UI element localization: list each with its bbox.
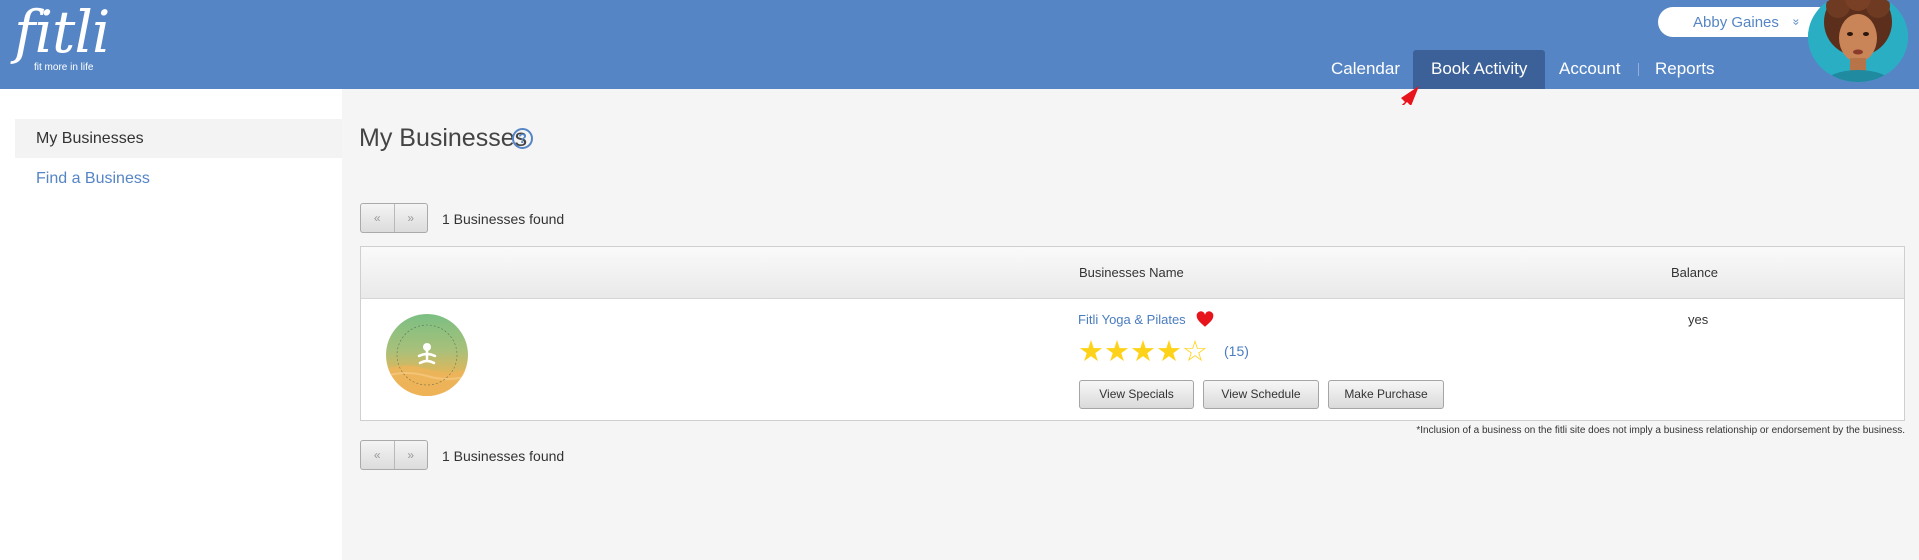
star-icon: ★: [1104, 336, 1130, 368]
star-empty-icon: ☆: [1182, 336, 1208, 368]
business-name-link[interactable]: Fitli Yoga & Pilates: [1078, 312, 1186, 327]
fitli-logo[interactable]: fitli fit more in life: [14, 0, 110, 73]
make-purchase-button[interactable]: Make Purchase: [1328, 380, 1444, 409]
user-menu-dropdown[interactable]: Abby Gaines »: [1658, 7, 1833, 37]
user-avatar[interactable]: [1808, 0, 1908, 82]
nav-reports[interactable]: Reports: [1637, 50, 1733, 89]
nav-account[interactable]: Account: [1541, 50, 1638, 89]
results-count-bottom: 1 Businesses found: [442, 448, 565, 464]
main-content: My Businesses ? « » 1 Businesses found B…: [342, 105, 1919, 560]
avatar-portrait: [1808, 0, 1908, 82]
pager-bottom: « »: [360, 440, 428, 470]
review-count-link[interactable]: (15): [1224, 343, 1249, 359]
column-header-name: Businesses Name: [1079, 265, 1184, 280]
sidebar-item-find-a-business[interactable]: Find a Business: [15, 159, 342, 198]
pager-next-button[interactable]: »: [393, 441, 428, 469]
help-circle-icon[interactable]: ?: [512, 128, 533, 149]
star-icon: ★: [1156, 336, 1182, 368]
pager-top: « »: [360, 203, 428, 233]
page-title: My Businesses: [359, 124, 528, 152]
column-header-balance: Balance: [1671, 265, 1718, 280]
view-schedule-button[interactable]: View Schedule: [1203, 380, 1319, 409]
results-count-top: 1 Businesses found: [442, 211, 565, 227]
yoga-logo-image: [386, 324, 468, 396]
pager-prev-button[interactable]: «: [361, 441, 394, 469]
star-icon: ★: [1130, 336, 1156, 368]
pager-prev-button[interactable]: «: [361, 204, 394, 232]
sidebar: My Businesses Find a Business: [0, 89, 342, 560]
balance-value: yes: [1688, 312, 1709, 327]
heart-icon[interactable]: [1196, 311, 1214, 329]
top-header: fitli fit more in life Abby Gaines » Cal…: [0, 0, 1919, 89]
star-icon: ★: [1078, 336, 1104, 368]
businesses-table: Businesses Name Balance Fitli Yoga & Pil…: [360, 246, 1905, 421]
table-header: Businesses Name Balance: [361, 247, 1904, 299]
business-logo[interactable]: [386, 314, 468, 396]
logo-tagline: fit more in life: [34, 62, 94, 73]
pager-next-button[interactable]: »: [393, 204, 428, 232]
sidebar-item-my-businesses[interactable]: My Businesses: [15, 119, 342, 158]
chevron-down-icon: »: [1789, 18, 1804, 26]
disclaimer-text: *Inclusion of a business on the fitli si…: [1416, 425, 1905, 436]
user-name: Abby Gaines: [1693, 13, 1779, 31]
logo-wordmark: fitli: [14, 0, 110, 66]
view-specials-button[interactable]: View Specials: [1079, 380, 1194, 409]
rating-stars: ★ ★ ★ ★ ☆: [1078, 335, 1208, 369]
